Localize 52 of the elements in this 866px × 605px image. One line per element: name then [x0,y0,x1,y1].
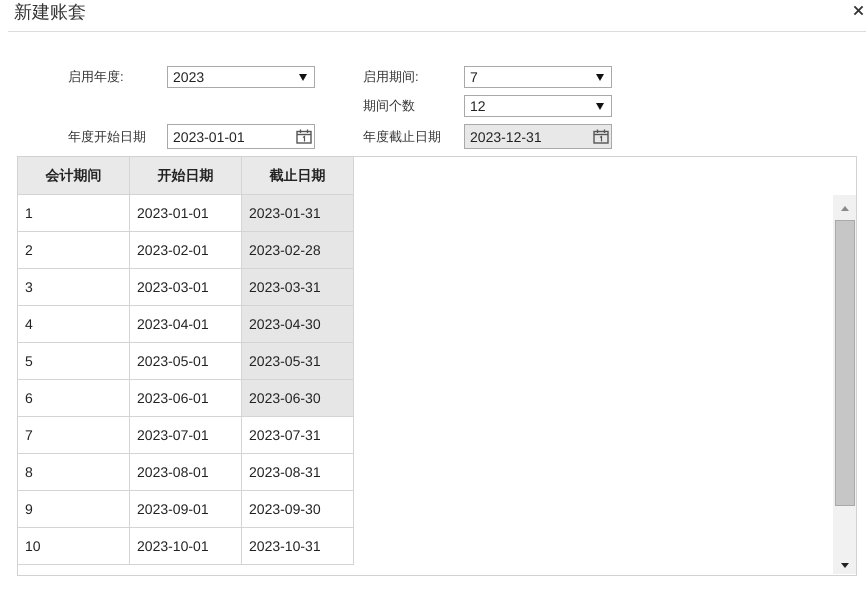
close-icon[interactable] [853,5,864,16]
field-label: 年度截止日期 [363,128,442,146]
table-cell: 2023-08-01 [130,454,242,490]
field-label: 启用期间: [363,68,420,86]
table-cell: 2023-02-01 [130,232,242,268]
calendar-icon[interactable] [296,129,312,144]
table-cell: 9 [18,490,130,528]
scrollbar[interactable] [833,195,856,574]
table-cell: 5 [18,342,130,380]
scroll-thumb[interactable] [834,220,854,506]
table-cell: 2023-10-31 [242,528,354,564]
table-cell: 2023-05-31 [242,342,354,380]
table-cell: 2023-03-01 [130,268,242,306]
table-cell: 2 [18,232,130,268]
table-cell: 6 [18,380,130,416]
table-cell: 2023-07-01 [130,416,242,454]
dropdown[interactable]: 7 [464,66,612,88]
table-cell: 2023-07-31 [242,416,354,454]
table-cell: 2023-08-31 [242,454,354,490]
caret-icon [596,102,604,110]
table-cell: 2023-06-30 [242,380,354,416]
table-cell: 2023-06-01 [130,380,242,416]
table-cell: 2023-04-30 [242,306,354,342]
table-cell: 3 [18,268,130,306]
table-cell: 2023-04-01 [130,306,242,342]
field-label: 年度开始日期 [68,128,147,146]
table-cell: 2023-02-28 [242,232,354,268]
scroll-up-icon[interactable] [840,206,848,211]
table-cell: 7 [18,416,130,454]
table-cell: 2023-03-31 [242,268,354,306]
scroll-down-icon[interactable] [840,563,848,568]
date-field[interactable]: 2023-01-01 [167,124,315,149]
field-label: 期间个数 [363,97,416,115]
table-cell: 10 [18,528,130,564]
table-cell: 1 [18,194,130,232]
field-label: 启用年度: [68,68,125,86]
table-cell: 2023-09-30 [242,490,354,528]
caret-icon [299,74,307,80]
column-header: 开始日期 [130,157,242,194]
table-cell: 2023-09-01 [130,490,242,528]
table-cell: 2023-05-01 [130,342,242,380]
dropdown[interactable]: 12 [464,95,612,117]
dropdown[interactable]: 2023 [167,66,315,88]
table-cell: 2023-01-01 [130,194,242,232]
window-title: 新建账套 [14,1,86,23]
table-cell: 4 [18,306,130,342]
column-header: 会计期间 [18,157,130,194]
table-cell: 2023-01-31 [242,194,354,232]
table-cell: 8 [18,454,130,490]
table-cell: 2023-10-01 [130,528,242,564]
column-header: 截止日期 [242,157,354,194]
caret-icon [596,74,604,80]
